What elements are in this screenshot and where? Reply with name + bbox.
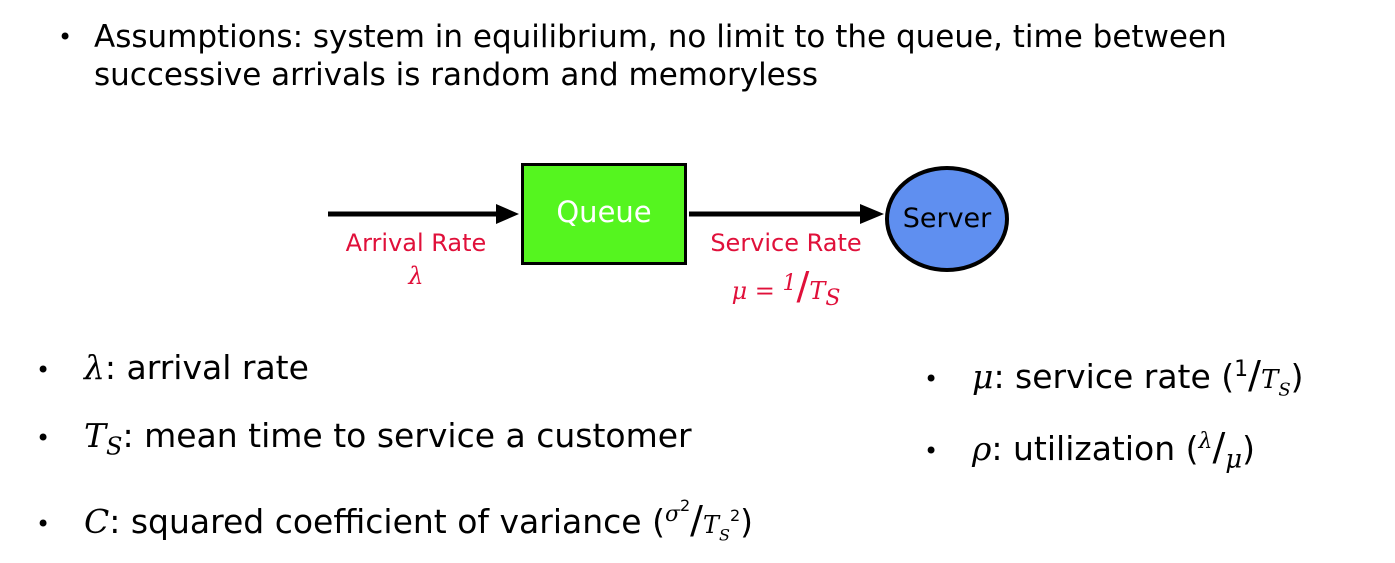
c-fraction-den-sup: 2 [729, 506, 741, 525]
service-fraction-num: 1 [782, 271, 797, 296]
c-fraction-den-sub: S [719, 525, 730, 545]
rho-close: ) [1242, 429, 1256, 468]
rho-fraction-den: μ [1225, 444, 1243, 475]
mu-symbol: μ [972, 357, 994, 396]
server-label: Server [902, 203, 992, 234]
service-arrow [689, 204, 884, 224]
bullet-dot: • [924, 436, 939, 465]
c-fraction-num-sup: 2 [679, 496, 691, 515]
bullet-rho: • ρ: utilization (λ/μ) [924, 422, 1255, 480]
service-fraction: 1/TS [782, 264, 841, 311]
bullet-dot: • [36, 423, 51, 452]
ts-text: : mean time to service a customer [122, 416, 692, 455]
arrival-rate-label: Arrival Rate [345, 229, 487, 257]
rho-fraction: λ/μ [1198, 425, 1243, 475]
bullet-c: • C: squared coefficient of variance (σ2/… [36, 486, 753, 556]
mu-fraction-num: 1 [1234, 357, 1249, 382]
mu-fraction-den: T [1260, 365, 1279, 395]
mu-fraction-den-sub: S [1278, 379, 1291, 401]
arrival-rate-symbol: λ [408, 262, 424, 290]
c-symbol: C [84, 502, 110, 541]
bullet-dot: • [36, 355, 51, 384]
c-text: : squared coefficient of variance ( [109, 502, 665, 541]
rho-fraction-num: λ [1198, 429, 1213, 454]
queue-label: Queue [556, 195, 652, 229]
mu-text: : service rate ( [993, 357, 1235, 396]
ts-symbol: T [84, 416, 107, 455]
bullet-dot: • [924, 364, 939, 393]
lambda-symbol: λ [84, 348, 105, 387]
service-formula-lhs: μ = [731, 277, 783, 305]
bullet-ts: • TS: mean time to service a customer [36, 416, 692, 467]
bullet-mu: • μ: service rate (1/TS) [924, 350, 1304, 411]
service-fraction-den-sub: S [825, 285, 841, 311]
mu-fraction: 1/TS [1234, 353, 1291, 401]
ts-symbol-sub: S [106, 432, 123, 461]
service-rate-formula: μ = 1/TS [706, 264, 866, 311]
c-fraction: σ2/TS2 [664, 496, 741, 545]
c-fraction-den: T [702, 511, 719, 539]
service-rate-label: Service Rate [710, 229, 862, 257]
arrival-arrow [328, 204, 519, 224]
bullet-dot: • [36, 509, 51, 538]
bullet-lambda: • λ: arrival rate [36, 348, 309, 390]
rho-text: : utilization ( [991, 429, 1199, 468]
lambda-text: : arrival rate [104, 348, 309, 387]
c-close: ) [740, 502, 754, 541]
c-fraction-num: σ [664, 502, 680, 527]
rho-symbol: ρ [972, 429, 992, 468]
mu-close: ) [1290, 357, 1304, 396]
service-fraction-den: T [809, 277, 826, 305]
